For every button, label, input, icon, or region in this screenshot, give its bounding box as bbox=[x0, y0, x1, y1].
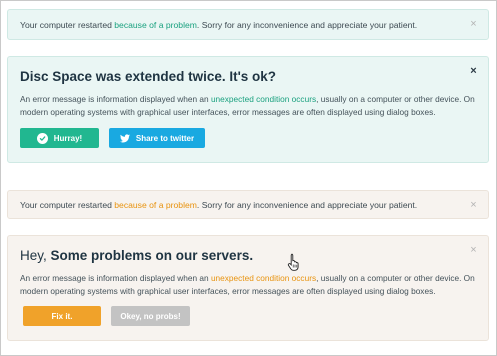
alert-title-prefix: Hey, bbox=[20, 248, 51, 263]
share-twitter-label: Share to twitter bbox=[135, 133, 195, 143]
close-icon[interactable]: × bbox=[468, 245, 479, 256]
twitter-icon bbox=[119, 133, 130, 143]
hurray-button[interactable]: Hurray! bbox=[20, 128, 99, 148]
alert-body-start: An error message is information displaye… bbox=[20, 273, 211, 283]
unexpected-condition-link[interactable]: unexpected condition occurs bbox=[211, 273, 316, 283]
disc-space-alert: Disc Space was extended twice. It's ok? … bbox=[7, 56, 489, 163]
share-twitter-button[interactable]: Share to twitter bbox=[109, 128, 205, 148]
server-problems-alert: Hey, Some problems on our servers. An er… bbox=[7, 235, 489, 341]
fix-it-button[interactable]: Fix it. bbox=[23, 306, 101, 326]
hurray-button-label: Hurray! bbox=[53, 133, 83, 143]
close-icon[interactable]: × bbox=[468, 19, 479, 30]
unexpected-condition-link[interactable]: unexpected condition occurs bbox=[211, 94, 316, 104]
alert-title-main: Some problems on our servers. bbox=[50, 248, 254, 263]
alert-body-start: An error message is information displaye… bbox=[20, 94, 211, 104]
restart-notice-alert-orange: Your computer restarted because of a pro… bbox=[7, 190, 489, 219]
close-icon[interactable]: × bbox=[468, 66, 479, 77]
notice-text-start: Your computer restarted bbox=[20, 19, 112, 30]
notice-text-end: . Sorry for any inconvenience and apprec… bbox=[196, 199, 418, 210]
alert-title: Disc Space was extended twice. It's ok? bbox=[20, 69, 277, 84]
hand-pointer-icon bbox=[287, 253, 299, 271]
restart-notice-text: Your computer restarted because of a pro… bbox=[20, 191, 417, 218]
restart-notice-text: Your computer restarted because of a pro… bbox=[20, 10, 417, 39]
notice-text-end: . Sorry for any inconvenience and apprec… bbox=[196, 19, 418, 30]
close-icon[interactable]: × bbox=[468, 200, 479, 211]
restart-notice-alert: Your computer restarted because of a pro… bbox=[7, 9, 489, 40]
okey-no-probs-button[interactable]: Okey, no probs! bbox=[111, 306, 190, 326]
problem-link[interactable]: because of a problem bbox=[114, 200, 197, 210]
alert-body: An error message is information displaye… bbox=[20, 93, 480, 119]
check-circle-icon bbox=[36, 132, 48, 144]
notice-text-start: Your computer restarted bbox=[20, 199, 112, 210]
problem-link[interactable]: because of a problem bbox=[114, 20, 197, 30]
alert-title: Hey, Some problems on our servers. bbox=[20, 248, 253, 263]
alert-body: An error message is information displaye… bbox=[20, 272, 480, 298]
